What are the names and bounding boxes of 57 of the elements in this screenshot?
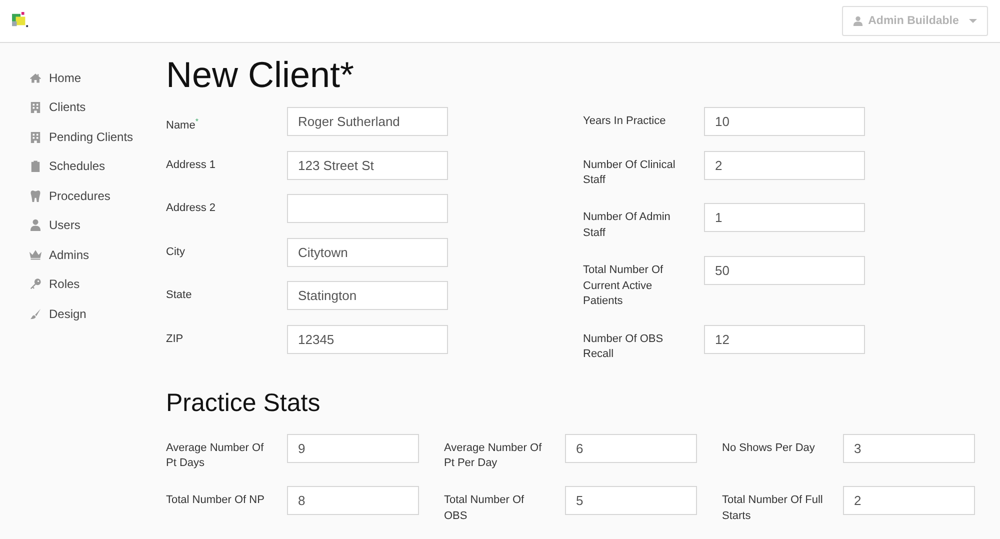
- field-label: Address 2: [166, 201, 217, 216]
- sidebar-item[interactable]: Procedures: [30, 181, 110, 210]
- sidebar-item[interactable]: Admins: [30, 240, 90, 270]
- field-label: City: [166, 244, 186, 260]
- text-field[interactable]: 2: [843, 486, 975, 515]
- field-label: Total Number Of NP: [166, 492, 266, 508]
- field-label: No Shows Per Day: [722, 440, 816, 456]
- building-icon: [30, 130, 41, 143]
- field-label: Average Number Of Pt Days: [166, 440, 265, 472]
- tooth-icon: [30, 190, 41, 202]
- user-icon: [853, 16, 864, 26]
- text-field[interactable]: 6: [565, 434, 697, 463]
- building-icon: [30, 101, 41, 114]
- brush-icon: [30, 308, 41, 320]
- text-field[interactable]: 8: [287, 486, 419, 515]
- text-field[interactable]: 10: [704, 107, 865, 136]
- sidebar-item[interactable]: Users: [30, 210, 80, 240]
- clipboard-icon: [30, 160, 41, 172]
- sidebar-item[interactable]: Pending Clients: [30, 122, 134, 152]
- field-label: Average Number Of Pt Per Day: [444, 440, 543, 472]
- sidebar-item[interactable]: Schedules: [30, 152, 106, 181]
- field-label: State: [166, 288, 193, 304]
- text-field[interactable]: 9: [287, 434, 419, 463]
- field-label: ZIP: [166, 332, 184, 347]
- text-field[interactable]: 3: [843, 434, 975, 463]
- field-label: Name$^{*}$: [166, 116, 200, 134]
- sidebar-item[interactable]: Roles: [30, 270, 80, 299]
- sidebar-item[interactable]: Clients: [30, 92, 86, 122]
- text-field[interactable]: 2: [704, 150, 865, 180]
- text-field[interactable]: 123 Street St: [287, 150, 448, 180]
- text-field[interactable]: 5: [565, 486, 697, 515]
- section-title: Practice Stats: [166, 388, 322, 419]
- field-label: Total Number Of OBS: [444, 492, 526, 524]
- text-field[interactable]: Roger Sutherland: [287, 107, 448, 136]
- user-icon: [30, 219, 41, 232]
- text-field[interactable]: 12: [704, 324, 865, 354]
- field-label: Number Of Admin Staff: [583, 210, 672, 241]
- home-icon: [30, 72, 41, 84]
- field-label: Number Of OBS Recall: [583, 332, 664, 362]
- text-field[interactable]: Citytown: [287, 238, 448, 267]
- page-title: New Client*: [166, 53, 356, 97]
- text-field[interactable]: 50: [704, 256, 865, 286]
- key-icon: [30, 278, 41, 290]
- caret-icon: [968, 18, 977, 22]
- text-field[interactable]: 12345: [287, 324, 448, 354]
- field-label: Address 1: [166, 158, 217, 173]
- sidebar-item[interactable]: Home: [30, 63, 82, 92]
- field-label: Years In Practice: [583, 114, 667, 129]
- text-field[interactable]: Statington: [287, 281, 448, 310]
- crown-icon: [29, 249, 42, 260]
- text-field[interactable]: [287, 194, 448, 224]
- field-label: Total Number Of Full Starts: [722, 492, 823, 524]
- sidebar-item[interactable]: Design: [30, 299, 86, 328]
- logo: [12, 12, 29, 28]
- field-label: Number Of Clinical Staff: [583, 158, 676, 188]
- field-label: Total Number Of Current Active Patients: [583, 263, 664, 310]
- text-field[interactable]: 1: [704, 203, 865, 232]
